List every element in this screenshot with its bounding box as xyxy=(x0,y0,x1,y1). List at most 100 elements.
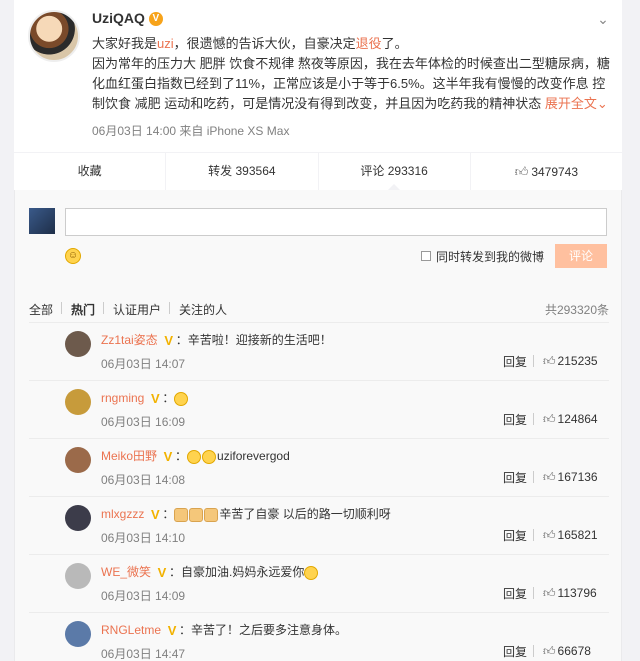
comment-text: ：辛苦了！之后要多注意身体。 xyxy=(179,623,348,637)
comment-content: RNGLetme V ：辛苦了！之后要多注意身体。 xyxy=(101,621,347,638)
action-divider xyxy=(533,355,534,367)
comment-like-button[interactable]: 👍︎ 165821 xyxy=(543,528,598,543)
commenter-name[interactable]: Meiko田野 xyxy=(101,449,157,463)
commenter-name[interactable]: WE_微笑 xyxy=(101,565,151,579)
tab-hot[interactable]: 热门 xyxy=(71,301,95,318)
thumbs-up-icon: 👍︎ xyxy=(514,164,529,179)
comment-like-count: 113796 xyxy=(557,586,597,600)
comment-input[interactable] xyxy=(65,208,607,236)
post-text-prefix: 大家好我是 xyxy=(92,36,158,51)
like-button[interactable]: 👍︎ 3479743 xyxy=(471,153,622,190)
comment-label: 评论 293316 xyxy=(360,164,428,178)
commenter-avatar[interactable] xyxy=(65,389,91,415)
reply-button[interactable]: 回复 xyxy=(503,585,527,602)
comment-like-count: 215235 xyxy=(557,354,598,368)
comment-text-tail: 辛苦了自豪 以后的路一切顺利呀 xyxy=(219,507,391,521)
like-count: 3479743 xyxy=(531,165,579,179)
repost-checkbox[interactable] xyxy=(421,251,431,261)
post-text-end: 了。 xyxy=(381,36,408,51)
action-divider xyxy=(533,645,534,657)
comment-text: ：自豪加油.妈妈永远爱你 xyxy=(169,565,305,579)
comment-text-tail: uziforevergod xyxy=(217,449,290,463)
comment-row: WE_微笑 V ：自豪加油.妈妈永远爱你 06月03日 14:09 回复 👍︎ 113796 xyxy=(29,554,609,612)
tab-verified[interactable]: 认证用户 xyxy=(113,301,161,318)
comment-like-count: 66678 xyxy=(557,644,591,658)
comment-time: 06月03日 16:09 xyxy=(101,415,186,429)
thumbs-up-icon: 👍︎ xyxy=(543,586,556,600)
comment-content: WE_微笑 V ：自豪加油.妈妈永远爱你 xyxy=(101,563,319,580)
comment-like-button[interactable]: 👍︎ 124864 xyxy=(543,412,598,427)
comment-content: Meiko田野 V： uziforevergod xyxy=(101,447,290,464)
favorite-button[interactable]: 收藏 xyxy=(14,153,167,190)
commenter-avatar[interactable] xyxy=(65,505,91,531)
comment-like-count: 165821 xyxy=(557,528,598,542)
commenter-avatar[interactable] xyxy=(65,447,91,473)
tab-divider xyxy=(61,302,62,314)
comment-content: Zz1tai姿态 V ：辛苦啦！迎接新的生活吧！ xyxy=(101,331,332,348)
comment-row: Zz1tai姿态 V ：辛苦啦！迎接新的生活吧！ 06月03日 14:07 回复 👍︎ 21… xyxy=(29,322,609,380)
verified-badge-icon: V xyxy=(164,332,174,348)
comment-text: ： xyxy=(162,391,175,405)
comment-like-button[interactable]: 👍︎ 215235 xyxy=(543,354,598,369)
comment-row: mlxgzzz V： 辛苦了自豪 以后的路一切顺利呀 06月03日 14:10 回复 👍︎… xyxy=(29,496,609,554)
comment-content: mlxgzzz V： 辛苦了自豪 以后的路一切顺利呀 xyxy=(101,505,391,522)
comment-row: Meiko田野 V： uziforevergod 06月03日 14:08 回复 👍︎ 16… xyxy=(29,438,609,496)
commenter-name[interactable]: RNGLetme xyxy=(101,623,161,637)
weibo-post-card: UziQAQ V ⌄ 大家好我是uzi，很遗憾的告诉大伙，自豪决定退役了。 因为常… xyxy=(14,0,622,191)
comment-like-button[interactable]: 👍︎ 167136 xyxy=(543,470,598,485)
author-name[interactable]: UziQAQ xyxy=(92,10,145,26)
post-text: 大家好我是uzi，很遗憾的告诉大伙，自豪决定退役了。 因为常年的压力大 肥胖 饮… xyxy=(92,34,612,114)
reply-button[interactable]: 回复 xyxy=(503,469,527,486)
verified-badge-icon: V xyxy=(167,622,177,638)
hashtag-link[interactable]: 退役 xyxy=(356,36,382,51)
tab-following[interactable]: 关注的人 xyxy=(179,301,227,318)
favorite-label: 收藏 xyxy=(77,164,102,178)
reply-button[interactable]: 回复 xyxy=(503,643,527,660)
comment-time: 06月03日 14:07 xyxy=(101,357,186,371)
comment-section: ☺ 同时转发到我的微博 评论 全部 热门 认证用户 关注的人 共293320条 … xyxy=(14,190,622,661)
thumbs-up-icon: 👍︎ xyxy=(543,412,556,426)
post-body: 因为常年的压力大 肥胖 饮食不规律 熬夜等原因，我在去年体检的时候查出二型糖尿病… xyxy=(92,56,610,111)
commenter-name[interactable]: mlxgzzz xyxy=(101,507,144,521)
pray-emoji-icon xyxy=(174,507,189,522)
emoji-icon xyxy=(304,565,319,580)
submit-comment-button[interactable]: 评论 xyxy=(555,244,607,268)
comment-like-button[interactable]: 👍︎ 66678 xyxy=(543,644,591,659)
verified-badge-icon: V xyxy=(151,506,160,522)
mention-link[interactable]: uzi xyxy=(157,36,174,51)
comment-button[interactable]: 评论 293316 xyxy=(319,153,471,191)
comment-filter-tabs: 全部 热门 认证用户 关注的人 共293320条 xyxy=(29,298,609,320)
commenter-avatar[interactable] xyxy=(65,563,91,589)
thumbs-up-icon: 👍︎ xyxy=(543,644,556,658)
thumbs-up-icon: 👍︎ xyxy=(543,470,556,484)
comment-like-button[interactable]: 👍︎ 113796 xyxy=(543,586,597,601)
commenter-name[interactable]: rngming xyxy=(101,391,144,405)
tab-all[interactable]: 全部 xyxy=(29,301,53,318)
emoji-icon xyxy=(174,391,189,406)
commenter-name[interactable]: Zz1tai姿态 xyxy=(101,333,158,347)
emoji-picker-icon[interactable]: ☺ xyxy=(65,248,81,264)
repost-checkbox-label[interactable]: 同时转发到我的微博 xyxy=(436,248,544,265)
comment-total-count: 共293320条 xyxy=(544,303,609,317)
reply-button[interactable]: 回复 xyxy=(503,353,527,370)
repost-button[interactable]: 转发 393564 xyxy=(166,153,319,190)
repost-label: 转发 393564 xyxy=(208,164,276,178)
pray-emoji-icon xyxy=(189,507,204,522)
comment-like-count: 167136 xyxy=(557,470,598,484)
tab-divider xyxy=(103,302,104,314)
pray-emoji-icon xyxy=(204,507,219,522)
comment-time: 06月03日 14:08 xyxy=(101,473,186,487)
post-action-bar: 收藏 转发 393564 评论 293316 👍︎ 3479743 xyxy=(14,152,622,191)
thumbs-up-icon: 👍︎ xyxy=(543,354,556,368)
verified-badge-icon: V xyxy=(163,448,173,464)
commenter-avatar[interactable] xyxy=(65,331,91,357)
author-avatar[interactable] xyxy=(28,10,80,62)
commenter-avatar[interactable] xyxy=(65,621,91,647)
expand-full-text-link[interactable]: 展开全文⌄ xyxy=(545,96,608,111)
chevron-down-icon[interactable]: ⌄ xyxy=(596,12,610,26)
reply-button[interactable]: 回复 xyxy=(503,527,527,544)
action-divider xyxy=(533,529,534,541)
emoji-icon xyxy=(202,449,217,464)
reply-button[interactable]: 回复 xyxy=(503,411,527,428)
tab-divider xyxy=(169,302,170,314)
